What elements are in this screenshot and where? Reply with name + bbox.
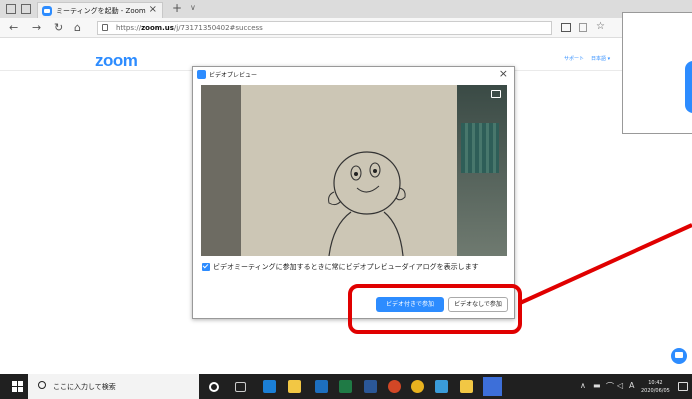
home-icon[interactable]: ⌂ [74,21,81,34]
powerpoint-icon[interactable] [388,380,401,393]
chat-button[interactable] [671,348,687,364]
windows-start-icon[interactable] [12,381,23,392]
dialog-header: ビデオプレビュー × [193,67,514,83]
file-explorer-icon[interactable] [288,380,301,393]
url-field[interactable]: https://zoom.us/j/73171350402#success [97,21,552,35]
ime-indicator[interactable]: A [629,381,634,390]
cortana-icon[interactable] [209,382,219,392]
outlook-icon[interactable] [315,380,328,393]
zoom-icon [197,70,206,79]
drawing-image [328,151,406,256]
refresh-icon[interactable]: ↻ [54,21,63,34]
reading-view-icon[interactable] [561,23,571,32]
taskbar-search[interactable]: ここに入力して検索 [28,374,199,399]
tab-close-icon[interactable]: × [149,4,157,15]
network-icon[interactable]: ⌒ [606,381,614,392]
notification-icon[interactable] [678,382,688,391]
dialog-close-icon[interactable]: × [499,67,508,80]
taskbar-clock[interactable]: 10:42 2020/06/05 [641,379,670,395]
app-icon[interactable] [435,380,448,393]
video-preview-dialog: ビデオプレビュー × ビデオミーティングに参加するときに常にビデオプレビューダイ… [192,66,515,319]
taskbar: ここに入力して検索 ∧ ▬ ⌒ ◁ A 10:42 2020/06/05 [0,374,692,399]
address-bar-row: ← → ↻ ⌂ https://zoom.us/j/73171350402#su… [0,18,692,38]
sticky-notes-icon[interactable] [460,380,473,393]
chrome-icon[interactable] [411,380,424,393]
tab-actions-icon[interactable] [6,4,16,14]
edge-icon[interactable] [263,380,276,393]
annotation-highlight-box [348,284,522,334]
support-link[interactable]: サポート [564,55,584,62]
camera-settings-icon[interactable] [491,90,501,98]
launch-popup [622,12,692,134]
volume-icon[interactable]: ◁ [617,381,623,390]
zoom-favicon-icon [42,6,52,16]
battery-icon[interactable]: ▬ [593,381,601,390]
tab-dropdown-icon[interactable]: ∨ [190,3,196,12]
clock-date: 2020/06/05 [641,388,670,394]
language-selector[interactable]: 日本語 ▾ [591,55,610,62]
zoom-app-icon [685,61,692,113]
annotation-arrow [519,223,692,305]
dialog-title: ビデオプレビュー [209,72,258,79]
clock-time: 10:42 [648,380,663,386]
word-icon[interactable] [364,380,377,393]
lock-icon [102,24,108,31]
url-text: https://zoom.us/j/73171350402#success [116,24,263,32]
excel-icon[interactable] [339,380,352,393]
new-tab-button[interactable]: + [172,1,182,15]
taskbar-search-placeholder: ここに入力して検索 [53,383,116,391]
tab-back-icon[interactable] [21,4,31,14]
browser-tab-bar: ミーティングを起動 - Zoom × + ∨ [0,0,692,18]
back-icon[interactable]: ← [9,21,18,34]
video-preview [201,85,507,256]
tab-title: ミーティングを起動 - Zoom [56,7,146,15]
forward-icon[interactable]: → [32,21,41,34]
favorite-star-icon[interactable]: ☆ [596,21,605,32]
zoom-logo[interactable]: zoom [95,51,138,71]
chevron-up-icon[interactable]: ∧ [580,381,586,390]
always-show-preview-checkbox[interactable] [202,263,210,271]
checkbox-label: ビデオミーティングに参加するときに常にビデオプレビューダイアログを表示します [213,263,479,271]
browser-tab[interactable]: ミーティングを起動 - Zoom × [37,2,163,18]
search-icon [38,381,46,389]
task-view-icon[interactable] [235,382,246,392]
read-mode-icon[interactable] [579,23,587,32]
zoom-taskbar-icon[interactable] [483,377,502,396]
